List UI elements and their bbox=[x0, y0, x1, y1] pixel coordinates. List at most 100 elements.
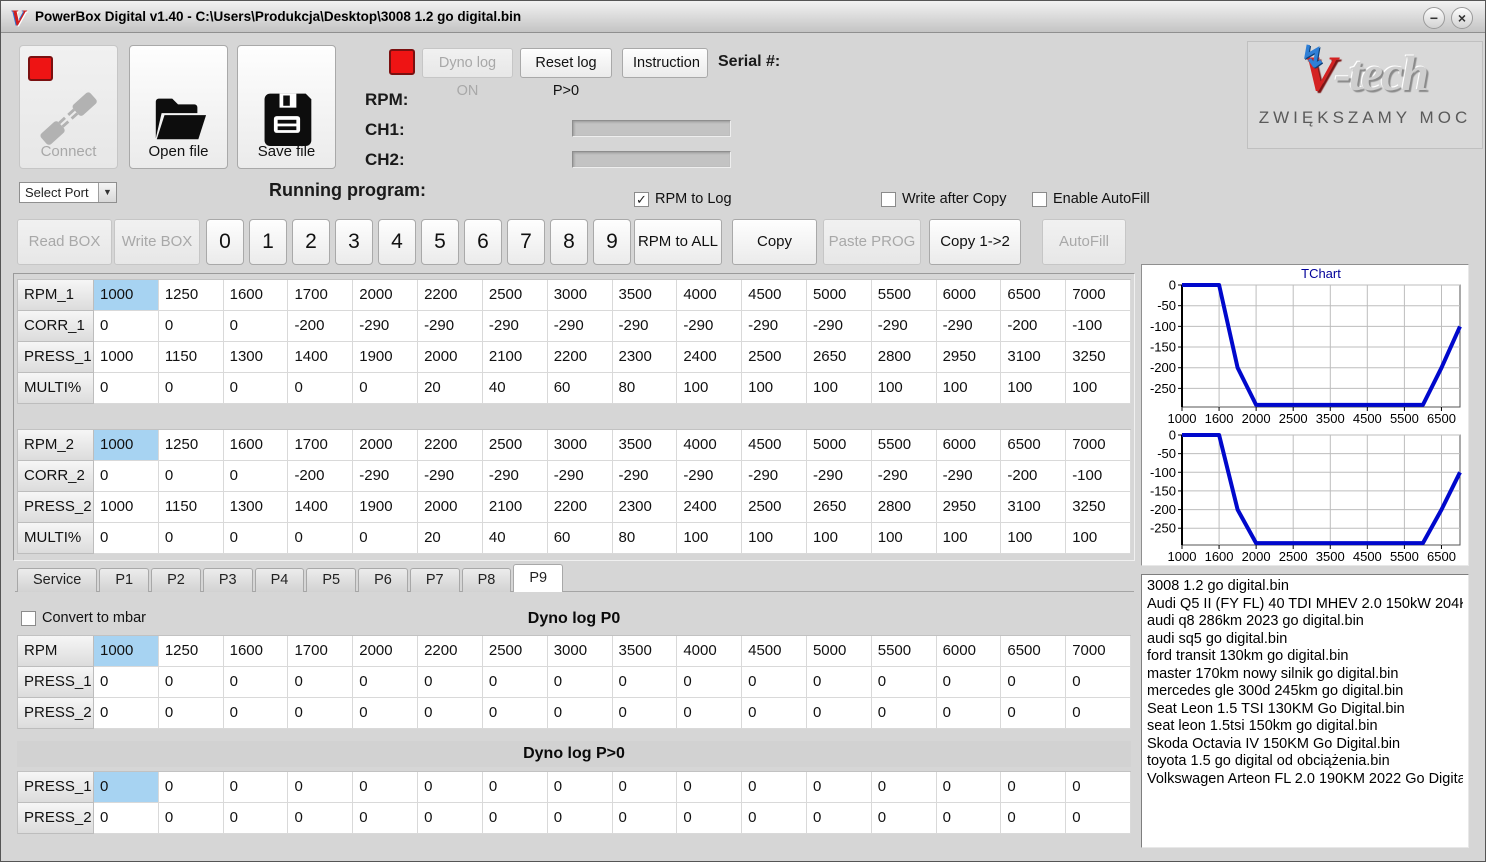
table-cell[interactable]: 0 bbox=[612, 772, 678, 803]
table-cell[interactable]: 0 bbox=[158, 373, 224, 404]
copy-prog-button[interactable]: Copy PROG bbox=[732, 219, 817, 294]
table-cell[interactable]: 100 bbox=[1001, 373, 1067, 404]
program-button-1[interactable]: 1 bbox=[249, 219, 287, 265]
table-cell[interactable]: 1000 bbox=[94, 342, 159, 373]
table-cell[interactable]: 0 bbox=[547, 803, 613, 834]
table-cell[interactable]: 100 bbox=[677, 523, 743, 554]
table-cell[interactable]: -290 bbox=[482, 311, 548, 342]
table-cell[interactable]: 0 bbox=[1001, 772, 1067, 803]
table-cell[interactable]: 2400 bbox=[677, 342, 743, 373]
table-cell[interactable]: 0 bbox=[871, 772, 937, 803]
file-list-item[interactable]: Skoda Octavia IV 150KM Go Digital.bin bbox=[1147, 736, 1463, 754]
table-cell[interactable]: 0 bbox=[1001, 803, 1067, 834]
table-cell[interactable]: 3100 bbox=[1001, 492, 1067, 523]
instruction-button[interactable]: Instruction bbox=[622, 48, 708, 78]
table-cell[interactable]: 0 bbox=[677, 698, 743, 729]
table-cell[interactable]: 2500 bbox=[482, 636, 548, 667]
table-cell[interactable]: 100 bbox=[806, 373, 872, 404]
table-cell[interactable]: 0 bbox=[158, 461, 224, 492]
table-cell[interactable]: 100 bbox=[742, 373, 807, 404]
tab-p3[interactable]: P3 bbox=[202, 568, 253, 592]
table-cell[interactable]: 4000 bbox=[677, 636, 743, 667]
file-list-item[interactable]: audi q8 286km 2023 go digital.bin bbox=[1147, 613, 1463, 631]
table-cell[interactable]: 0 bbox=[288, 373, 354, 404]
table-cell[interactable]: 1600 bbox=[223, 430, 289, 461]
table-cell[interactable]: 1000 bbox=[94, 430, 159, 461]
close-button[interactable]: × bbox=[1451, 7, 1473, 29]
table-cell[interactable]: -290 bbox=[677, 311, 743, 342]
table-cell[interactable]: 0 bbox=[1066, 803, 1131, 834]
table-cell[interactable]: 0 bbox=[742, 772, 807, 803]
program-button-3[interactable]: 3 bbox=[335, 219, 373, 265]
table-cell[interactable]: 0 bbox=[742, 803, 807, 834]
table-cell[interactable]: 100 bbox=[871, 523, 937, 554]
table-cell[interactable]: -290 bbox=[612, 461, 678, 492]
table-cell[interactable]: 7000 bbox=[1066, 430, 1131, 461]
table-cell[interactable]: -290 bbox=[547, 461, 613, 492]
table-cell[interactable]: 80 bbox=[612, 373, 678, 404]
file-list-item[interactable]: toyota 1.5 go digital od obciążenia.bin bbox=[1147, 753, 1463, 771]
table-cell[interactable]: 0 bbox=[353, 523, 419, 554]
table-cell[interactable]: 0 bbox=[677, 667, 743, 698]
table-cell[interactable]: 2000 bbox=[353, 430, 419, 461]
tab-p6[interactable]: P6 bbox=[358, 568, 408, 592]
table-cell[interactable]: 1250 bbox=[158, 430, 224, 461]
table-cell[interactable]: -290 bbox=[806, 461, 872, 492]
table-cell[interactable]: 0 bbox=[223, 698, 289, 729]
table-cell[interactable]: 100 bbox=[871, 373, 937, 404]
table-cell[interactable]: 0 bbox=[1001, 667, 1067, 698]
table-cell[interactable]: 40 bbox=[482, 523, 548, 554]
table-cell[interactable]: 0 bbox=[547, 772, 613, 803]
table-cell[interactable]: 40 bbox=[482, 373, 548, 404]
table-cell[interactable]: 2500 bbox=[742, 342, 807, 373]
table-cell[interactable]: 100 bbox=[1066, 523, 1131, 554]
table-cell[interactable]: 0 bbox=[158, 523, 224, 554]
table-cell[interactable]: 1300 bbox=[223, 492, 289, 523]
table-cell[interactable]: 3250 bbox=[1066, 492, 1131, 523]
table-cell[interactable]: -290 bbox=[806, 311, 872, 342]
file-list-item[interactable]: Volkswagen Arteon FL 2.0 190KM 2022 Go D… bbox=[1147, 771, 1463, 789]
table-cell[interactable]: 60 bbox=[547, 523, 613, 554]
table-cell[interactable]: 5000 bbox=[806, 430, 872, 461]
table-cell[interactable]: 0 bbox=[158, 667, 224, 698]
table-cell[interactable]: 0 bbox=[288, 772, 354, 803]
table-cell[interactable]: -290 bbox=[936, 311, 1002, 342]
program-button-9[interactable]: 9 bbox=[593, 219, 631, 265]
table-cell[interactable]: 6500 bbox=[1001, 636, 1067, 667]
table-cell[interactable]: 0 bbox=[353, 373, 419, 404]
table-cell[interactable]: 0 bbox=[936, 667, 1002, 698]
table-cell[interactable]: 0 bbox=[94, 461, 159, 492]
table-cell[interactable]: 0 bbox=[353, 803, 419, 834]
table-cell[interactable]: 80 bbox=[612, 523, 678, 554]
table-cell[interactable]: 1250 bbox=[158, 636, 224, 667]
table-cell[interactable]: 0 bbox=[612, 698, 678, 729]
table-cell[interactable]: 3000 bbox=[547, 636, 613, 667]
table-cell[interactable]: 1150 bbox=[158, 492, 224, 523]
table-cell[interactable]: 20 bbox=[418, 523, 483, 554]
table-cell[interactable]: 0 bbox=[936, 803, 1002, 834]
table-cell[interactable]: 1400 bbox=[288, 492, 354, 523]
table-cell[interactable]: 1900 bbox=[353, 342, 419, 373]
table-cell[interactable]: 0 bbox=[288, 667, 354, 698]
table-cell[interactable]: 0 bbox=[94, 803, 159, 834]
table-cell[interactable]: 6000 bbox=[936, 280, 1002, 311]
table-cell[interactable]: -200 bbox=[1001, 461, 1067, 492]
table-cell[interactable]: 5000 bbox=[806, 280, 872, 311]
table-cell[interactable]: 2800 bbox=[871, 342, 937, 373]
table-cell[interactable]: 0 bbox=[742, 698, 807, 729]
minimize-button[interactable]: − bbox=[1423, 7, 1445, 29]
save-file-button[interactable]: Save file bbox=[237, 45, 336, 169]
table-cell[interactable]: 2000 bbox=[418, 492, 483, 523]
table-cell[interactable]: 1700 bbox=[288, 430, 354, 461]
copy-1-to-2-button[interactable]: Copy 1->2 bbox=[929, 219, 1021, 265]
table-cell[interactable]: 0 bbox=[547, 698, 613, 729]
table-cell[interactable]: 0 bbox=[158, 311, 224, 342]
table-cell[interactable]: 100 bbox=[936, 523, 1002, 554]
tab-p4[interactable]: P4 bbox=[254, 568, 305, 592]
table-cell[interactable]: 0 bbox=[223, 523, 289, 554]
write-after-copy-checkbox[interactable]: Write after Copy bbox=[881, 191, 1007, 207]
program-button-0[interactable]: 0 bbox=[206, 219, 244, 265]
table-cell[interactable]: 1250 bbox=[158, 280, 224, 311]
table-cell[interactable]: 1400 bbox=[288, 342, 354, 373]
table-cell[interactable]: 2200 bbox=[418, 280, 483, 311]
